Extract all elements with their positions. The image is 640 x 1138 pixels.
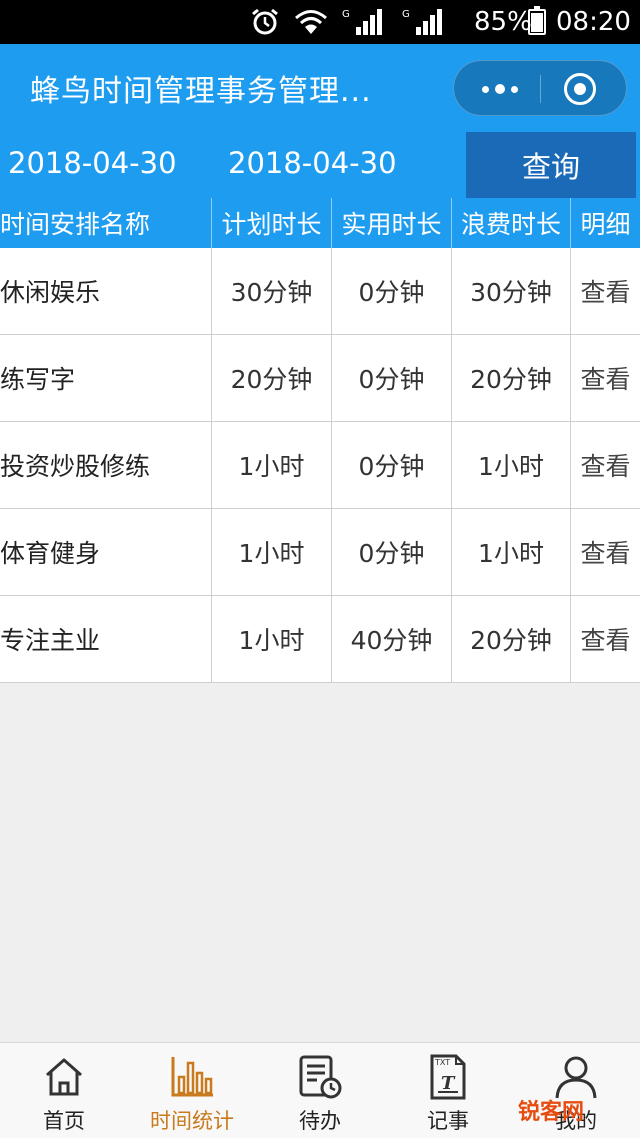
cell-actual: 0分钟 [332, 248, 452, 334]
header-detail: 明细 [580, 210, 631, 239]
svg-text:G: G [342, 9, 350, 20]
query-button[interactable]: 查询 [466, 132, 636, 198]
table-row: 休闲娱乐 30分钟 0分钟 30分钟 查看 [0, 248, 640, 335]
cell-wasted: 20分钟 [452, 335, 571, 421]
tab-label: 时间统计 [150, 1109, 234, 1133]
header-name: 时间安排名称 [0, 198, 212, 248]
tab-time-stats[interactable]: 时间统计 [128, 1043, 256, 1138]
view-detail-link[interactable]: 查看 [571, 509, 640, 595]
cell-planned: 30分钟 [212, 248, 332, 334]
more-options-icon[interactable] [474, 75, 526, 103]
cell-wasted: 20分钟 [452, 596, 571, 682]
cell-wasted: 1小时 [452, 509, 571, 595]
svg-text:G: G [402, 9, 410, 20]
start-date-picker[interactable]: 2018-04-30 [8, 146, 177, 180]
svg-text:T: T [441, 1073, 456, 1094]
table-row: 体育健身 1小时 0分钟 1小时 查看 [0, 509, 640, 596]
table-row: 专注主业 1小时 40分钟 20分钟 查看 [0, 596, 640, 683]
title-bar: 蜂鸟时间管理事务管理... [0, 44, 640, 132]
view-detail-link[interactable]: 查看 [571, 335, 640, 421]
table-row: 投资炒股修练 1小时 0分钟 1小时 查看 [0, 422, 640, 509]
cell-actual: 0分钟 [332, 509, 452, 595]
cell-planned: 1小时 [212, 596, 332, 682]
header-planned: 计划时长 [212, 198, 332, 248]
home-icon [46, 1058, 82, 1096]
text-file-icon: TXT T [430, 1054, 466, 1100]
date-filter-bar: 2018-04-30 2018-04-30 查询 [0, 132, 640, 198]
clock-time: 08:20 [556, 7, 631, 37]
tab-label: 记事 [427, 1109, 469, 1133]
end-date-picker[interactable]: 2018-04-30 [228, 146, 397, 180]
header-wasted: 浪费时长 [452, 198, 571, 248]
status-bar: G G 85% 08:20 [0, 0, 640, 44]
cell-name: 体育健身 [0, 509, 212, 595]
mini-program-capsule [453, 60, 627, 116]
cell-name: 专注主业 [0, 596, 212, 682]
cell-actual: 0分钟 [332, 335, 452, 421]
cell-actual: 0分钟 [332, 422, 452, 508]
signal-icon: G [402, 9, 442, 35]
close-mini-program-icon[interactable] [564, 73, 596, 105]
bar-chart-icon [171, 1057, 213, 1097]
tab-label: 待办 [299, 1109, 341, 1133]
status-icons: G G [250, 6, 448, 38]
view-detail-link[interactable]: 查看 [571, 248, 640, 334]
alarm-icon [252, 8, 278, 35]
battery-icon [528, 6, 546, 35]
tab-label: 首页 [43, 1109, 85, 1133]
cell-planned: 1小时 [212, 509, 332, 595]
table-row: 练写字 20分钟 0分钟 20分钟 查看 [0, 335, 640, 422]
cell-wasted: 30分钟 [452, 248, 571, 334]
tab-home[interactable]: 首页 [0, 1043, 128, 1138]
cell-planned: 1小时 [212, 422, 332, 508]
tab-todo[interactable]: 待办 [256, 1043, 384, 1138]
cell-name: 练写字 [0, 335, 212, 421]
view-detail-link[interactable]: 查看 [571, 596, 640, 682]
tab-notes[interactable]: TXT T 记事 [384, 1043, 512, 1138]
table-header: 时间安排名称 计划时长 实用时长 浪费时长 明细 [0, 198, 640, 248]
wifi-icon [295, 10, 327, 34]
cell-wasted: 1小时 [452, 422, 571, 508]
cell-actual: 40分钟 [332, 596, 452, 682]
cell-name: 休闲娱乐 [0, 248, 212, 334]
capsule-divider [540, 75, 541, 103]
table-body: 休闲娱乐 30分钟 0分钟 30分钟 查看 练写字 20分钟 0分钟 20分钟 … [0, 248, 640, 683]
page-title: 蜂鸟时间管理事务管理... [30, 74, 372, 109]
cell-name: 投资炒股修练 [0, 422, 212, 508]
header-actual: 实用时长 [332, 198, 452, 248]
battery-percent: 85% [474, 7, 532, 37]
svg-text:TXT: TXT [434, 1058, 450, 1067]
cell-planned: 20分钟 [212, 335, 332, 421]
signal-icon: G [342, 9, 382, 35]
view-detail-link[interactable]: 查看 [571, 422, 640, 508]
watermark: 锐客网 [518, 1100, 585, 1125]
todo-clock-icon [299, 1055, 342, 1099]
time-stats-table: 时间安排名称 计划时长 实用时长 浪费时长 明细 休闲娱乐 30分钟 0分钟 3… [0, 198, 640, 683]
